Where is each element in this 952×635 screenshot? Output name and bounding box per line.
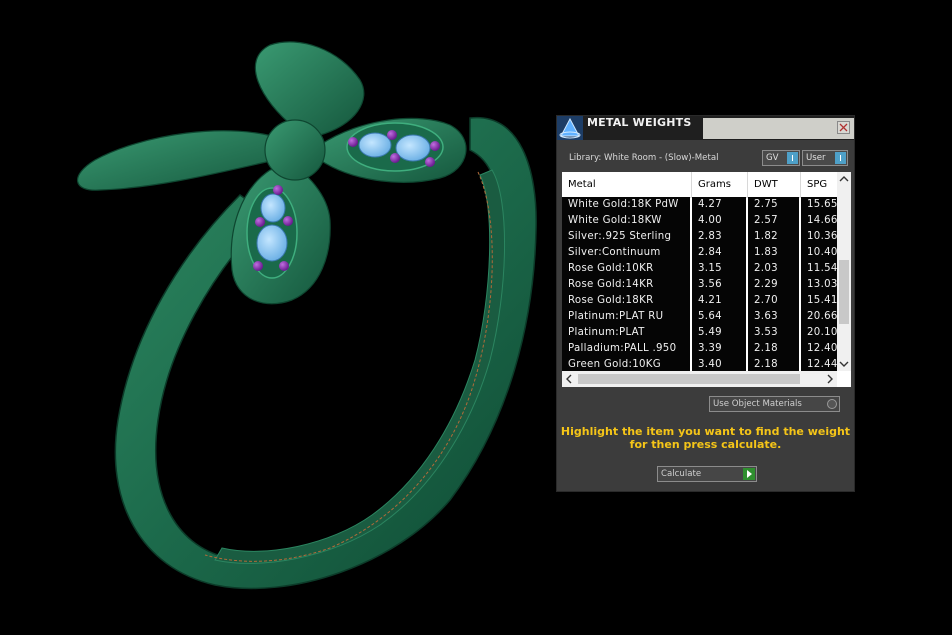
vertical-scroll-thumb[interactable] — [839, 260, 849, 324]
titlebar-drag-area[interactable] — [703, 118, 854, 139]
cell-grams: 3.56 — [692, 277, 746, 293]
cell-spg: 12.40 — [801, 341, 837, 357]
cell-spg: 12.44 — [801, 357, 837, 371]
horizontal-scrollbar[interactable] — [562, 371, 837, 387]
gv-toggle[interactable]: GV — [762, 150, 800, 166]
table-row[interactable]: Rose Gold:10KR 3.15 2.03 11.54 — [562, 261, 837, 277]
horizontal-scroll-thumb[interactable] — [578, 374, 800, 384]
cell-spg: 14.66 — [801, 213, 837, 229]
scroll-down-icon[interactable] — [837, 357, 851, 371]
cell-metal: White Gold:18KW — [562, 213, 690, 229]
cell-dwt: 2.29 — [748, 277, 799, 293]
panel-titlebar[interactable]: METAL WEIGHTS — [557, 116, 854, 140]
cell-dwt: 2.75 — [748, 197, 799, 213]
radio-icon[interactable] — [827, 399, 837, 409]
table-row[interactable]: Green Gold:10KG 3.40 2.18 12.44 — [562, 357, 837, 371]
cell-dwt: 2.70 — [748, 293, 799, 309]
table-row[interactable]: Silver:Continuum 2.84 1.83 10.40 — [562, 245, 837, 261]
left-petal — [76, 130, 286, 191]
gv-toggle-icon — [787, 152, 798, 164]
cell-dwt: 3.53 — [748, 325, 799, 341]
column-header-dwt[interactable]: DWT — [748, 172, 801, 197]
panel-title: METAL WEIGHTS — [587, 116, 692, 129]
scroll-left-icon[interactable] — [562, 371, 576, 387]
cell-dwt: 2.57 — [748, 213, 799, 229]
cell-dwt: 1.82 — [748, 229, 799, 245]
cell-grams: 2.84 — [692, 245, 746, 261]
instruction-text: Highlight the item you want to find the … — [560, 425, 851, 451]
scroll-right-icon[interactable] — [823, 371, 837, 387]
table-row[interactable]: Silver:.925 Sterling 2.83 1.82 10.36 — [562, 229, 837, 245]
table-header: Metal Grams DWT SPG — [562, 172, 837, 198]
table-row[interactable]: Platinum:PLAT RU 5.64 3.63 20.66 — [562, 309, 837, 325]
column-header-metal[interactable]: Metal — [562, 172, 692, 197]
cell-dwt: 2.03 — [748, 261, 799, 277]
play-arrow-icon — [743, 468, 755, 480]
user-toggle-icon — [835, 152, 846, 164]
cell-grams: 4.00 — [692, 213, 746, 229]
use-object-materials-option[interactable]: Use Object Materials — [709, 396, 840, 412]
cell-metal: Palladium:PALL .950 — [562, 341, 690, 357]
cell-grams: 4.21 — [692, 293, 746, 309]
cell-dwt: 2.18 — [748, 341, 799, 357]
cell-grams: 5.64 — [692, 309, 746, 325]
table-row[interactable]: Rose Gold:14KR 3.56 2.29 13.03 — [562, 277, 837, 293]
ring-band — [114, 116, 537, 590]
vertical-scrollbar[interactable] — [837, 172, 851, 371]
cell-spg: 15.65 — [801, 197, 837, 213]
column-header-grams[interactable]: Grams — [692, 172, 748, 197]
cell-grams: 5.49 — [692, 325, 746, 341]
cell-spg: 15.41 — [801, 293, 837, 309]
cell-metal: Rose Gold:14KR — [562, 277, 690, 293]
library-label: Library: White Room - (Slow)-Metal — [569, 153, 719, 163]
cell-grams: 4.27 — [692, 197, 746, 213]
metal-weights-panel: METAL WEIGHTS Library: White Room - (Slo… — [556, 115, 855, 492]
cell-spg: 11.54 — [801, 261, 837, 277]
scroll-up-icon[interactable] — [837, 172, 851, 186]
cell-spg: 20.66 — [801, 309, 837, 325]
cell-metal: Rose Gold:18KR — [562, 293, 690, 309]
cell-spg: 10.40 — [801, 245, 837, 261]
top-petal — [254, 41, 365, 136]
app-logo-icon — [557, 116, 583, 140]
cell-spg: 10.36 — [801, 229, 837, 245]
table-row[interactable]: Palladium:PALL .950 3.39 2.18 12.40 — [562, 341, 837, 357]
metal-weights-table[interactable]: Metal Grams DWT SPG White Gold:18K PdW 4.… — [562, 172, 851, 387]
table-body: White Gold:18K PdW 4.27 2.75 15.65 White Gol… — [562, 197, 837, 371]
cell-grams: 2.83 — [692, 229, 746, 245]
table-row[interactable]: Rose Gold:18KR 4.21 2.70 15.41 — [562, 293, 837, 309]
cell-metal: Platinum:PLAT RU — [562, 309, 690, 325]
cell-metal: Rose Gold:10KR — [562, 261, 690, 277]
table-row[interactable]: White Gold:18K PdW 4.27 2.75 15.65 — [562, 197, 837, 213]
ring-model[interactable] — [76, 41, 537, 590]
cell-dwt: 2.18 — [748, 357, 799, 371]
cell-dwt: 1.83 — [748, 245, 799, 261]
close-icon — [839, 123, 848, 132]
table-row[interactable]: White Gold:18KW 4.00 2.57 14.66 — [562, 213, 837, 229]
cell-grams: 3.40 — [692, 357, 746, 371]
table-row[interactable]: Platinum:PLAT 5.49 3.53 20.10 — [562, 325, 837, 341]
cell-metal: Platinum:PLAT — [562, 325, 690, 341]
cell-spg: 13.03 — [801, 277, 837, 293]
cell-grams: 3.15 — [692, 261, 746, 277]
flower-center — [264, 119, 326, 181]
cell-dwt: 3.63 — [748, 309, 799, 325]
user-toggle[interactable]: User — [802, 150, 848, 166]
close-button[interactable] — [837, 121, 850, 134]
column-header-spg[interactable]: SPG — [801, 172, 837, 197]
cell-spg: 20.10 — [801, 325, 837, 341]
cell-grams: 3.39 — [692, 341, 746, 357]
calculate-button[interactable]: Calculate — [657, 466, 757, 482]
cell-metal: Silver:Continuum — [562, 245, 690, 261]
cell-metal: Silver:.925 Sterling — [562, 229, 690, 245]
cell-metal: White Gold:18K PdW — [562, 197, 690, 213]
cell-metal: Green Gold:10KG — [562, 357, 690, 371]
